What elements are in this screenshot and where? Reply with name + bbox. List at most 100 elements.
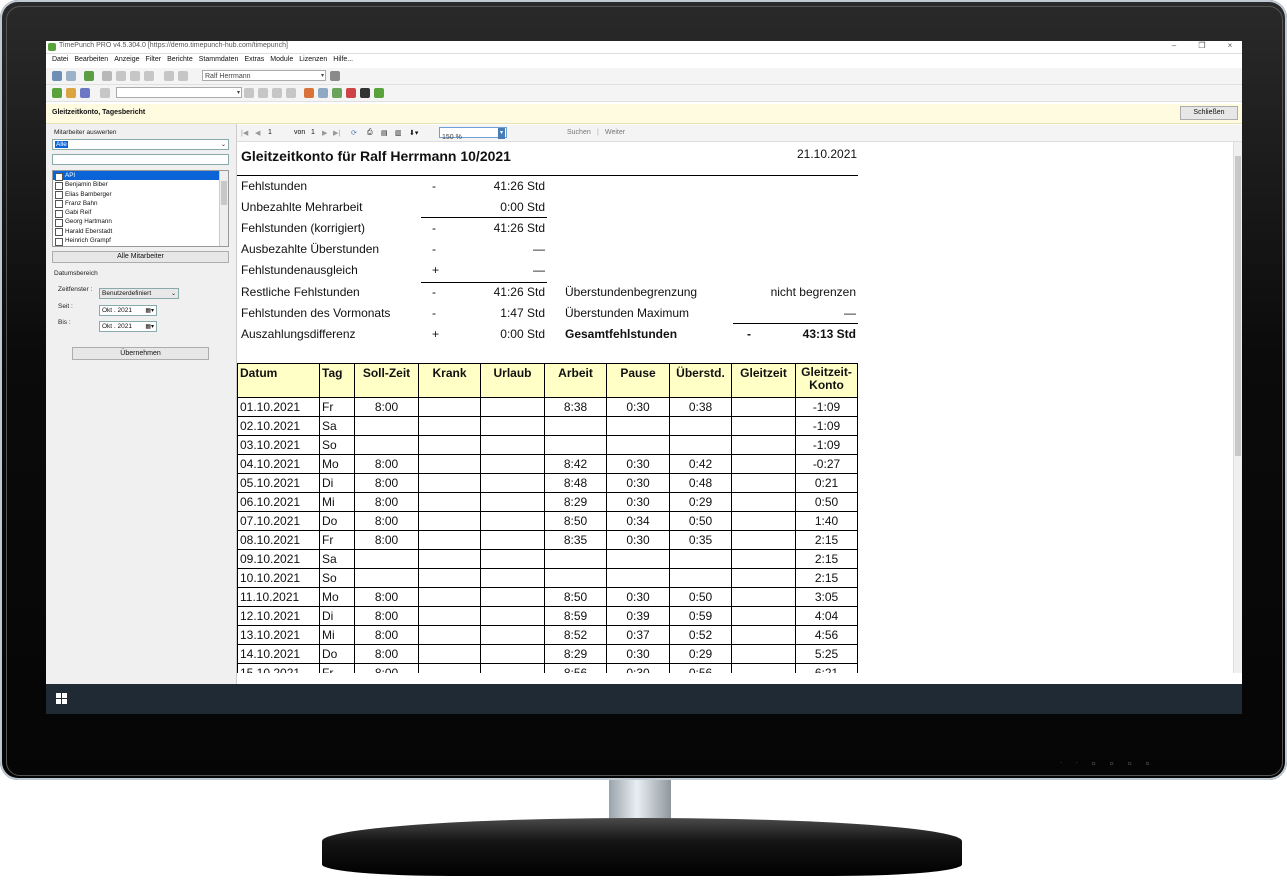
user-icon[interactable] [330, 71, 340, 81]
menu-item[interactable]: Datei [52, 54, 68, 66]
table-cell: So [319, 435, 355, 455]
refresh-report-icon[interactable]: ⟳ [351, 129, 357, 137]
filter-select[interactable]: ▾ [116, 87, 242, 98]
table-cell [480, 416, 545, 436]
copy-icon[interactable] [116, 71, 126, 81]
layout-icon[interactable]: ▤ [381, 129, 388, 137]
scroll-thumb[interactable] [221, 181, 227, 205]
menu-item[interactable]: Stammdaten [199, 54, 239, 66]
nav-forward-icon[interactable] [178, 71, 188, 81]
employee-checkbox[interactable] [55, 209, 63, 218]
paste-icon[interactable] [130, 71, 140, 81]
close-button[interactable]: Schließen [1180, 106, 1238, 120]
menu-item[interactable]: Bearbeiten [74, 54, 108, 66]
employee-list-scrollbar[interactable] [219, 171, 228, 246]
check-icon[interactable] [272, 88, 282, 98]
table-cell: 8:00 [354, 454, 419, 474]
delete-icon[interactable] [286, 88, 296, 98]
employee-checkbox[interactable] [55, 181, 63, 190]
table-cell: Fr [319, 530, 355, 550]
restore-icon[interactable]: ❐ [1192, 41, 1212, 50]
prev-page-icon[interactable]: ◀ [255, 129, 260, 137]
redo-icon[interactable] [100, 88, 110, 98]
calendar-icon[interactable] [80, 88, 90, 98]
search-input[interactable] [52, 154, 229, 165]
last-page-icon[interactable]: ▶| [333, 129, 340, 137]
filter-combo[interactable]: Alle ⌄ [52, 139, 229, 150]
save-icon[interactable] [244, 88, 254, 98]
employee-checkbox[interactable] [55, 172, 63, 181]
employee-checkbox[interactable] [55, 228, 63, 237]
employee-checkbox[interactable] [55, 237, 63, 246]
zoom-select[interactable]: 150 % ▾ [439, 127, 507, 141]
time-window-select[interactable]: Benutzerdefiniert ⌄ [99, 288, 179, 299]
all-employees-button[interactable]: Alle Mitarbeiter [52, 251, 229, 263]
table-row: 06.10.2021 Mi 8:00 8:29 0:30 0:29 0:50 [237, 492, 858, 512]
table-cell: 8:00 [354, 644, 419, 664]
employee-list-item[interactable]: Harald Eberstadt [53, 227, 228, 237]
apply-button[interactable]: Übernehmen [72, 347, 209, 360]
menu-item[interactable]: Filter [146, 54, 162, 66]
table-row: 11.10.2021 Mo 8:00 8:50 0:30 0:50 3:05 [237, 587, 858, 607]
sync-icon[interactable] [374, 88, 384, 98]
report-icon[interactable] [318, 88, 328, 98]
employee-checkbox[interactable] [55, 191, 63, 200]
report-scrollbar[interactable] [1233, 142, 1242, 673]
table-cell: 8:00 [354, 397, 419, 417]
menu-item[interactable]: Berichte [167, 54, 193, 66]
minimize-icon[interactable]: – [1164, 41, 1184, 50]
summary-label: Fehlstunden (korrigiert) [241, 221, 366, 235]
menu-item[interactable]: Module [270, 54, 293, 66]
eraser-icon[interactable] [360, 88, 370, 98]
preview-icon[interactable] [66, 71, 76, 81]
nav-back-icon[interactable] [164, 71, 174, 81]
save-all-icon[interactable] [258, 88, 268, 98]
employee-list-item[interactable]: Franz Bahn [53, 199, 228, 209]
table-cell: 10.10.2021 [237, 568, 320, 588]
employee-list-item[interactable]: Benjamin Biber [53, 180, 228, 190]
table-cell: 0:59 [669, 606, 732, 626]
employee-select[interactable]: Ralf Herrmann ▾ [202, 70, 326, 81]
menu-item[interactable]: Hilfe... [333, 54, 353, 66]
table-cell [418, 530, 481, 550]
table-icon[interactable] [332, 88, 342, 98]
windows-start-icon[interactable] [56, 693, 67, 704]
menu-item[interactable]: Anzeige [114, 54, 139, 66]
search-link[interactable]: Suchen [567, 129, 591, 136]
next-page-icon[interactable]: ▶ [322, 129, 327, 137]
next-link[interactable]: Weiter [605, 129, 625, 136]
refresh-icon[interactable] [52, 88, 62, 98]
chart-icon[interactable] [304, 88, 314, 98]
employee-checkbox[interactable] [55, 218, 63, 227]
menu-item[interactable]: Extras [244, 54, 264, 66]
page-number[interactable]: 1 [268, 129, 272, 136]
table-cell: 0:56 [669, 663, 732, 673]
employee-list-item[interactable]: Elias Bamberger [53, 190, 228, 200]
close-window-icon[interactable]: × [1220, 41, 1240, 50]
table-cell: 0:21 [795, 473, 858, 493]
export-report-icon[interactable]: ⬇▾ [409, 129, 418, 137]
total-label: Gesamtfehlstunden [565, 327, 678, 341]
export-icon[interactable] [84, 71, 94, 81]
print-report-icon[interactable]: ⎙ [367, 129, 373, 137]
employee-list-item[interactable]: Heinrich Grampf [53, 236, 228, 246]
print-icon[interactable] [52, 71, 62, 81]
page-setup-icon[interactable]: ▥ [395, 129, 402, 137]
table-cell: 4:04 [795, 606, 858, 626]
table-cell [418, 397, 481, 417]
paste-special-icon[interactable] [144, 71, 154, 81]
first-page-icon[interactable]: |◀ [241, 129, 248, 137]
table-cell [480, 663, 545, 673]
employee-list-item[interactable]: Gabi Reif [53, 208, 228, 218]
from-date-field[interactable]: Okt . 2021 ▦▾ [99, 305, 157, 316]
table-cell: 1:40 [795, 511, 858, 531]
folder-icon[interactable] [66, 88, 76, 98]
employee-list-item[interactable]: API [53, 171, 228, 181]
menu-item[interactable]: Lizenzen [299, 54, 327, 66]
report-scroll-thumb[interactable] [1235, 156, 1241, 456]
cut-icon[interactable] [102, 71, 112, 81]
employee-checkbox[interactable] [55, 200, 63, 209]
to-date-field[interactable]: Okt . 2021 ▦▾ [99, 321, 157, 332]
employee-list-item[interactable]: Georg Hartmann [53, 217, 228, 227]
scissors-icon[interactable] [346, 88, 356, 98]
